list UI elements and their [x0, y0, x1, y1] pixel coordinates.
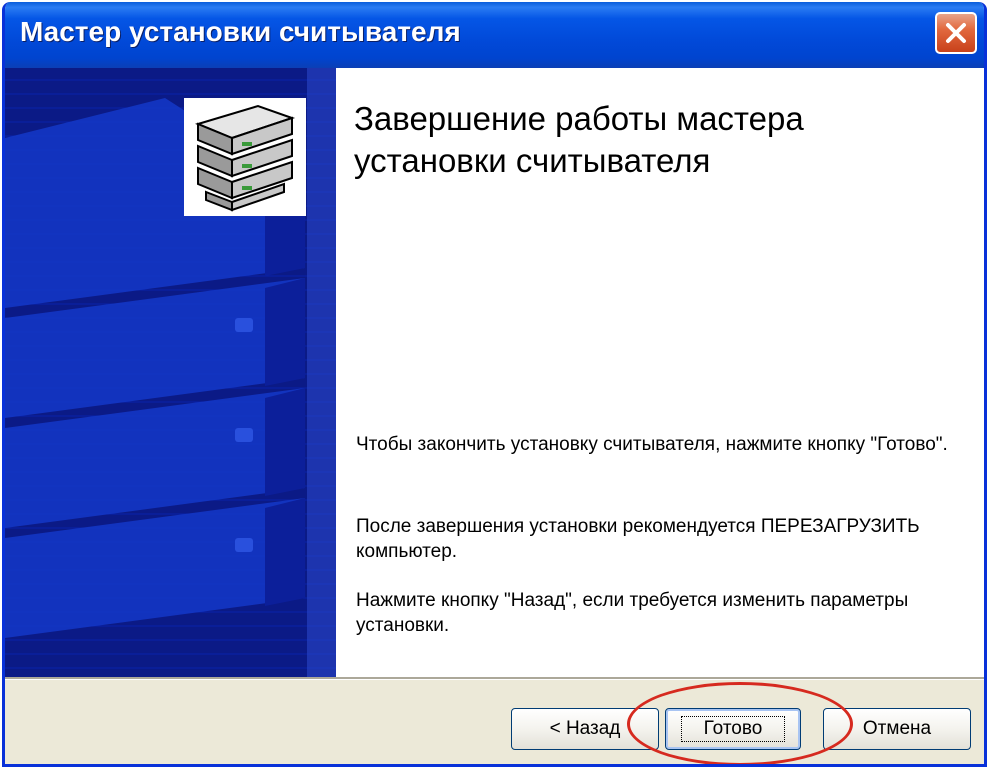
footer-divider [5, 677, 984, 680]
wizard-side-panel [5, 68, 336, 677]
back-button[interactable]: < Назад [511, 708, 659, 750]
wizard-content: Завершение работы мастера установки счит… [5, 68, 984, 677]
close-x-icon [946, 23, 966, 43]
instruction-text-restart: После завершения установки рекомендуется… [356, 516, 920, 562]
cancel-button[interactable]: Отмена [823, 708, 971, 750]
close-button[interactable] [935, 12, 977, 54]
server-stack-icon [184, 98, 306, 216]
wizard-window: Мастер установки считывателя Завершение … [2, 2, 987, 767]
window-title: Мастер установки считывателя [20, 16, 461, 47]
page-title: Завершение работы мастера установки счит… [354, 100, 804, 179]
title-bar[interactable]: Мастер установки считывателя [5, 2, 984, 68]
instruction-text-finish: Чтобы закончить установку считывателя, н… [356, 434, 948, 455]
finish-button-label: Готово [680, 716, 786, 742]
instruction-text-back: Нажмите кнопку "Назад", если требуется и… [356, 590, 909, 636]
finish-button[interactable]: Готово [665, 708, 801, 750]
